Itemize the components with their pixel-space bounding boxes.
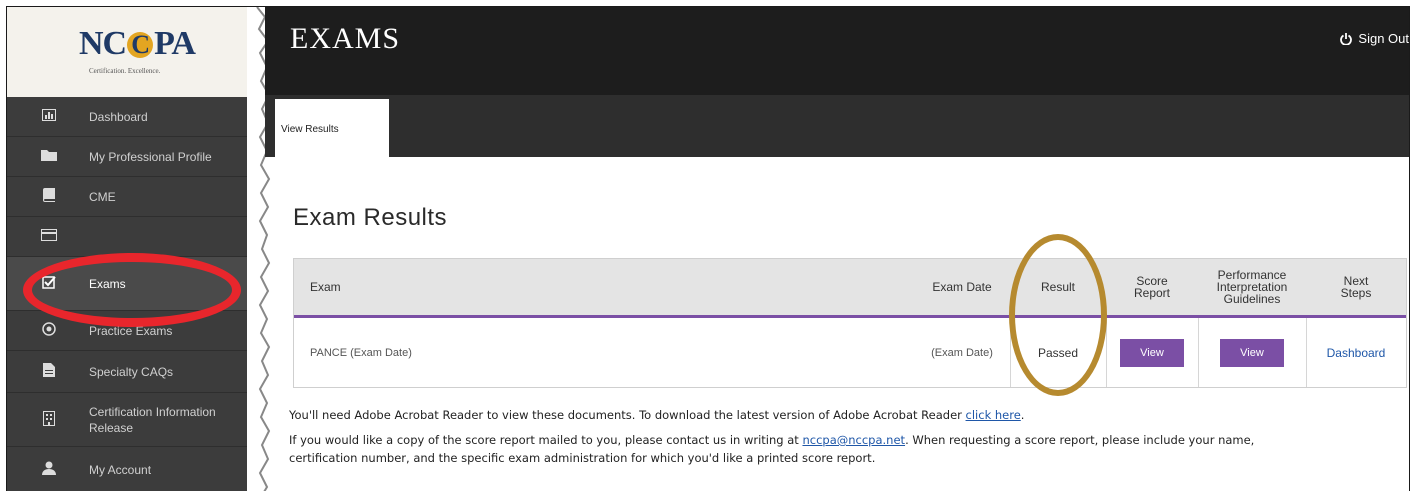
cell-next-steps: Dashboard	[1306, 318, 1406, 387]
sidebar-item-payments[interactable]	[7, 217, 247, 257]
highlight-circle-exams	[23, 253, 241, 327]
sidebar-item-dashboard[interactable]: Dashboard	[7, 97, 247, 137]
cell-exam-date: (Exam Date)	[931, 346, 993, 359]
score-report-note: If you would like a copy of the score re…	[289, 431, 1254, 449]
view-score-report-button[interactable]: View	[1120, 338, 1184, 367]
acrobat-note-text: You'll need Adobe Acrobat Reader to view…	[289, 408, 966, 422]
sidebar-item-label: Dashboard	[89, 109, 148, 124]
highlight-circle-result	[1009, 234, 1107, 396]
tab-label: View Results	[281, 123, 339, 135]
header-bar	[265, 7, 1409, 95]
target-icon	[39, 322, 59, 339]
document-icon	[39, 363, 59, 380]
sidebar-item-cme[interactable]: CME	[7, 177, 247, 217]
power-icon	[1340, 32, 1353, 45]
sign-out-label: Sign Out	[1358, 31, 1409, 46]
cell-exam-name: PANCE (Exam Date)	[310, 346, 412, 359]
sidebar-item-my-account[interactable]: My Account	[7, 447, 247, 491]
column-header-performance-guidelines: Performance Interpretation Guidelines	[1216, 268, 1288, 306]
table-header: Exam Exam Date Result Score Report Perfo…	[294, 259, 1406, 318]
column-header-exam-date: Exam Date	[932, 280, 992, 294]
logo-area: NC C PA Certification. Excellence.	[7, 7, 247, 97]
score-report-note-text: If you would like a copy of the score re…	[289, 433, 803, 447]
email-link[interactable]: nccpa@nccpa.net	[802, 433, 905, 447]
sidebar-item-specialty-caqs[interactable]: Specialty CAQs	[7, 351, 247, 393]
results-table: Exam Exam Date Result Score Report Perfo…	[293, 258, 1407, 388]
user-icon	[39, 461, 59, 478]
section-heading: Exam Results	[293, 204, 448, 231]
column-header-exam: Exam	[310, 280, 341, 294]
tab-bar	[265, 95, 1409, 157]
tab-view-results[interactable]: View Results	[275, 99, 389, 159]
logo-tagline: Certification. Excellence.	[89, 67, 161, 75]
view-performance-guidelines-button[interactable]: View	[1220, 338, 1284, 367]
column-header-next-steps: Next Steps	[1340, 274, 1372, 300]
sidebar-item-label: My Account	[89, 462, 152, 477]
logo-text-left: NC	[79, 25, 127, 62]
nccpa-logo[interactable]: NC C PA	[79, 25, 196, 63]
sidebar-item-label: My Professional Profile	[89, 149, 212, 164]
logo-ring: C	[127, 30, 154, 59]
logo-text-mid: C	[131, 30, 150, 59]
bar-chart-icon	[39, 109, 59, 124]
dashboard-link[interactable]: Dashboard	[1327, 346, 1386, 360]
sidebar-item-profile[interactable]: My Professional Profile	[7, 137, 247, 177]
sidebar-item-label: Specialty CAQs	[89, 364, 174, 379]
column-header-score-report: Score Report	[1133, 274, 1171, 300]
cell-performance-guidelines: View	[1198, 318, 1306, 387]
building-icon	[39, 410, 59, 429]
logo-text-right: PA	[154, 25, 196, 62]
cell-score-report: View	[1106, 318, 1198, 387]
sign-out-button[interactable]: Sign Out	[1340, 31, 1409, 46]
acrobat-note: You'll need Adobe Acrobat Reader to view…	[289, 406, 1024, 424]
sidebar-item-certification-release[interactable]: Certification Information Release	[7, 393, 247, 447]
page-title: EXAMS	[290, 22, 401, 55]
book-icon	[39, 188, 59, 205]
credit-card-icon	[39, 229, 59, 244]
acrobat-note-period: .	[1020, 408, 1025, 422]
score-report-note-line2: certification number, and the specific e…	[289, 451, 876, 465]
app-window: NC C PA Certification. Excellence. Dashboa…	[6, 6, 1410, 491]
sidebar-item-label: Certification Information Release	[89, 404, 216, 435]
acrobat-download-link[interactable]: click here	[966, 408, 1021, 422]
sidebar-item-label: CME	[89, 189, 116, 204]
folder-icon	[39, 149, 59, 164]
score-report-note-text-2: . When requesting a score report, please…	[905, 433, 1255, 447]
